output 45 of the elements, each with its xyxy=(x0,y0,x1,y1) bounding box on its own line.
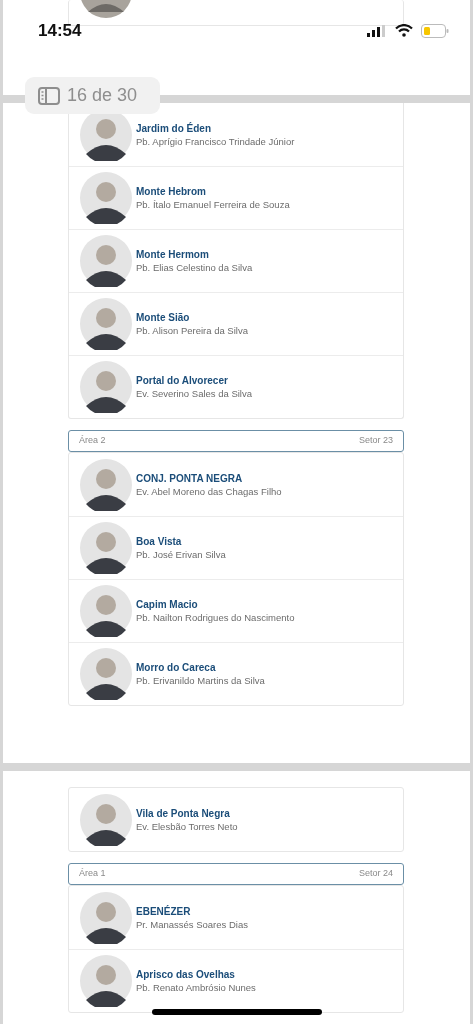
pastor-name: Pb. Ítalo Emanuel Ferreira de Souza xyxy=(136,198,290,211)
signal-icon xyxy=(367,24,387,37)
pastor-name: Pr. Manassés Soares Dias xyxy=(136,917,248,931)
pastor-name: Ev. Elesbão Torres Neto xyxy=(136,819,238,833)
pastor-name: Ev. Abel Moreno das Chagas Filho xyxy=(136,484,282,498)
pastor-name: Pb. Erivanildo Martins da Silva xyxy=(136,674,265,687)
avatar-placeholder xyxy=(80,793,132,846)
church-name[interactable]: Monte Hermom xyxy=(136,248,253,261)
church-name[interactable]: Vila de Ponta Negra xyxy=(136,806,238,820)
avatar-placeholder xyxy=(80,891,132,944)
avatar-placeholder xyxy=(80,298,132,350)
wifi-icon xyxy=(395,24,413,38)
battery-icon xyxy=(421,23,449,38)
pastor-name: Pb. Renato Ambrósio Nunes xyxy=(136,981,256,994)
avatar-placeholder xyxy=(80,235,132,287)
avatar-placeholder xyxy=(80,522,132,574)
sector-label: Setor 24 xyxy=(358,867,393,881)
sidebar-icon xyxy=(38,86,60,105)
church-name[interactable]: Aprisco das Ovelhas xyxy=(136,968,256,981)
church-name[interactable]: Boa Vista xyxy=(136,535,226,548)
avatar-placeholder xyxy=(80,361,132,413)
church-name[interactable]: Morro do Careca xyxy=(136,661,265,674)
pastor-name: Pb. Elias Celestino da Silva xyxy=(136,261,253,274)
pastor-name: Ev. Severino Sales da Silva xyxy=(136,387,252,400)
home-indicator[interactable] xyxy=(152,1009,322,1015)
church-name[interactable]: Jardim do Éden xyxy=(136,121,295,135)
sector-label: Setor 23 xyxy=(358,434,393,448)
pastor-name: Pb. Nailton Rodrigues do Nascimento xyxy=(136,611,295,624)
area-label: Área 1 xyxy=(79,867,106,881)
church-name[interactable]: Monte Hebrom xyxy=(136,185,290,198)
avatar-placeholder xyxy=(80,648,132,700)
church-name[interactable]: Capim Macio xyxy=(136,598,295,611)
church-name[interactable]: Portal do Alvorecer xyxy=(136,374,252,387)
avatar-placeholder xyxy=(80,585,132,637)
church-name[interactable]: Monte Sião xyxy=(136,311,248,324)
avatar-placeholder xyxy=(80,955,132,1007)
pastor-name: Pb. José Erivan Silva xyxy=(136,548,226,561)
avatar-placeholder xyxy=(80,172,132,224)
church-name[interactable]: EBENÉZER xyxy=(136,904,248,918)
church-name[interactable]: CONJ. PONTA NEGRA xyxy=(136,471,282,485)
avatar-placeholder xyxy=(80,458,132,511)
area-label: Área 2 xyxy=(79,434,106,448)
pastor-name: Pb. Alison Pereira da Silva xyxy=(136,324,248,337)
status-time: 14:54 xyxy=(38,20,82,42)
pastor-name: Pb. Aprígio Francisco Trindade Júnior xyxy=(136,134,295,148)
